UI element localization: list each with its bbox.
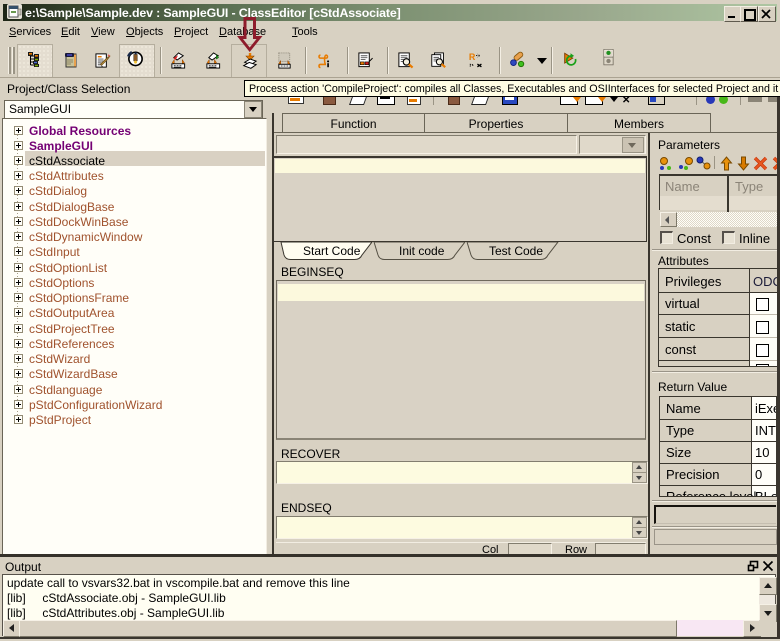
- svg-text:Test Code: Test Code: [489, 244, 543, 258]
- svg-text:R: R: [469, 52, 476, 62]
- svg-text:Start Code: Start Code: [303, 244, 361, 258]
- svg-text:Init code: Init code: [399, 244, 445, 258]
